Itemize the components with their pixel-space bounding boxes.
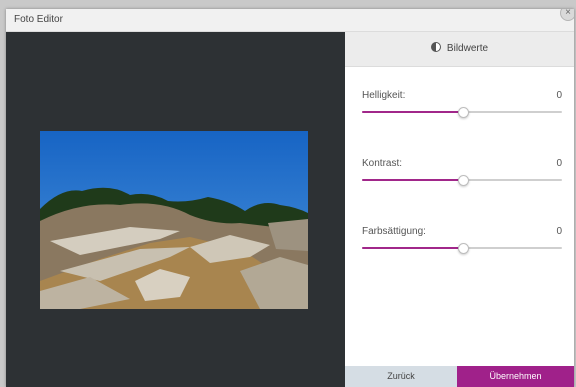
apply-button[interactable]: Übernehmen xyxy=(457,366,574,387)
close-icon[interactable]: × xyxy=(560,9,574,21)
contrast-slider[interactable] xyxy=(362,175,562,186)
adjustment-panel: Bildwerte Helligkeit: 0 Kontrast: 0 Farb… xyxy=(345,32,574,387)
saturation-slider[interactable] xyxy=(362,243,562,254)
saturation-slider-fill xyxy=(362,247,462,249)
contrast-label: Kontrast: xyxy=(362,158,403,169)
photo-preview xyxy=(40,131,308,309)
saturation-slider-thumb[interactable] xyxy=(457,243,469,254)
back-button[interactable]: Zurück xyxy=(345,366,457,387)
saturation-value: 0 xyxy=(556,226,562,237)
contrast-slider-thumb[interactable] xyxy=(457,175,469,186)
title-bar: Foto Editor xyxy=(6,9,574,32)
contrast-icon xyxy=(430,42,441,52)
brightness-slider-thumb[interactable] xyxy=(457,107,469,118)
window-title: Foto Editor xyxy=(14,14,63,25)
brightness-value: 0 xyxy=(556,90,562,101)
panel-footer: Zurück Übernehmen xyxy=(345,366,574,387)
panel-header-label: Bildwerte xyxy=(446,43,489,54)
brightness-slider[interactable] xyxy=(362,107,562,118)
contrast-slider-fill xyxy=(362,179,462,181)
brightness-slider-fill xyxy=(362,111,462,113)
photo-editor-window: Foto Editor × Bildwerte Helligkeit: 0 Ko… xyxy=(6,9,574,387)
contrast-value: 0 xyxy=(556,158,562,169)
panel-header: Bildwerte xyxy=(345,32,574,67)
image-preview-area xyxy=(6,32,345,387)
saturation-label: Farbsättigung: xyxy=(362,226,426,237)
brightness-label: Helligkeit: xyxy=(362,90,406,101)
